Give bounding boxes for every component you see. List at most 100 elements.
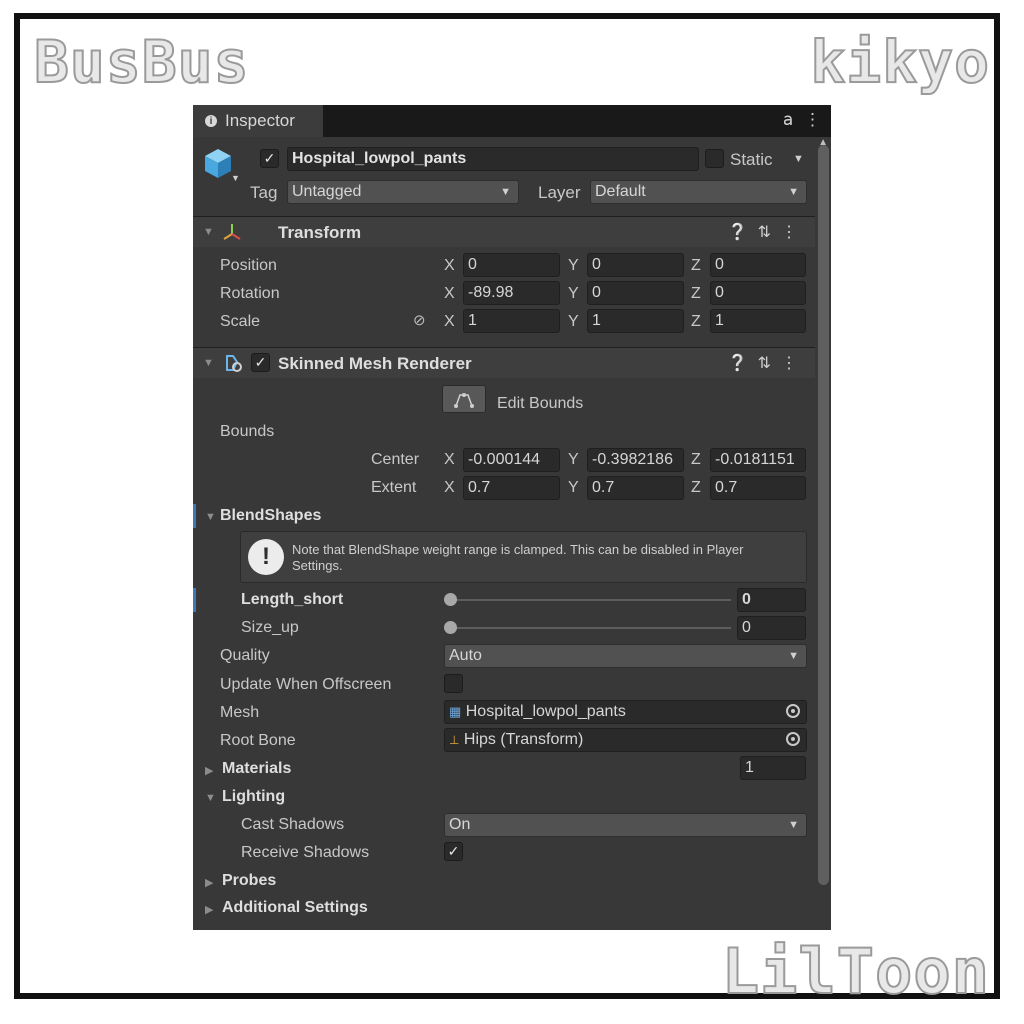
edit-bounds-button[interactable] [442,385,486,413]
receive-shadows-label: Receive Shadows [241,844,370,861]
root-bone-field[interactable]: ⊥ Hips (Transform) [444,728,807,752]
axis-x-label: X [444,451,455,468]
cube-icon [205,149,231,178]
help-box: ! Note that BlendShape weight range is c… [240,531,807,583]
center-label: Center [371,451,420,468]
position-x-field[interactable]: 0 [463,253,560,277]
scale-label: Scale [220,313,261,330]
component-menu-icon[interactable]: ⋮ [781,224,807,241]
axis-y-label: Y [568,257,579,274]
materials-count-field[interactable]: 1 [740,756,806,780]
chevron-down-icon: ▼ [788,819,799,831]
quality-dropdown[interactable]: Auto ▼ [444,644,807,668]
help-icon[interactable]: ❔ [728,224,758,241]
rotation-x-field[interactable]: -89.98 [463,281,560,305]
additional-settings-label[interactable]: Additional Settings [222,899,368,917]
transform-title: Transform [278,223,362,242]
materials-label[interactable]: Materials [222,760,291,778]
edit-bounds-label: Edit Bounds [497,395,584,412]
mesh-field[interactable]: ▦ Hospital_lowpol_pants [444,700,807,724]
object-active-checkbox[interactable]: ✓ [260,149,279,168]
object-picker-icon[interactable] [786,704,800,718]
probes-label[interactable]: Probes [222,872,276,890]
center-y-field[interactable]: -0.3982186 [587,448,684,472]
blendshape-note: Note that BlendShape weight range is cla… [292,542,744,573]
scale-x-field[interactable]: 1 [463,309,560,333]
constrain-proportions-icon[interactable]: ⊘ [413,311,426,329]
blendshapes-label[interactable]: BlendShapes [220,507,321,525]
foldout-arrow-icon[interactable]: ▼ [203,357,214,369]
static-dropdown-arrow-icon[interactable]: ▼ [793,153,804,165]
skinned-mesh-renderer-header[interactable]: ▼ ✓ Skinned Mesh Renderer ❔⇅⋮ [193,347,815,378]
rotation-y-field[interactable]: 0 [587,281,684,305]
axis-z-label: Z [691,257,701,274]
axis-x-label: X [444,285,455,302]
slider-knob[interactable] [444,621,457,634]
position-y-field[interactable]: 0 [587,253,684,277]
kebab-menu-icon[interactable]: ⋮ [804,110,821,129]
rotation-z-field[interactable]: 0 [710,281,806,305]
scale-y-field[interactable]: 1 [587,309,684,333]
watermark-top-right: kikyo [809,27,990,97]
blendshape-slider[interactable] [450,599,731,601]
transform-header[interactable]: ▼ Transform ❔⇅⋮ [193,216,815,247]
slider-knob[interactable] [444,593,457,606]
transform-axes-icon: ⊥ [449,733,460,747]
tab-bar: i Inspector 𝖺 ⋮ [193,105,831,137]
chevron-down-icon: ▼ [500,186,511,198]
tag-label: Tag [250,183,278,202]
presets-icon[interactable]: ⇅ [758,355,781,372]
extent-z-field[interactable]: 0.7 [710,476,806,500]
chevron-down-icon: ▼ [788,650,799,662]
cast-shadows-value: On [449,816,471,833]
warning-icon: ! [248,539,284,575]
help-icon[interactable]: ❔ [728,355,758,372]
blendshape-value-field[interactable]: 0 [737,588,806,612]
layer-label: Layer [538,183,581,202]
tag-dropdown[interactable]: Untagged ▼ [287,180,519,204]
presets-icon[interactable]: ⇅ [758,224,781,241]
position-z-field[interactable]: 0 [710,253,806,277]
watermark-bottom-right: LilToon [721,934,990,1009]
layer-dropdown[interactable]: Default ▼ [590,180,807,204]
layer-value: Default [595,183,646,200]
center-x-field[interactable]: -0.000144 [463,448,560,472]
selection-marker [193,588,196,612]
icon-dropdown-arrow-icon[interactable]: ▼ [231,173,240,183]
tab-inspector[interactable]: i Inspector [193,105,323,137]
vertical-scrollbar[interactable] [818,145,829,885]
object-name-field[interactable]: Hospital_lowpol_pants [287,147,699,171]
lock-icon[interactable]: 𝖺 [783,110,793,129]
blendshape-slider[interactable] [450,627,731,629]
axis-y-label: Y [568,313,579,330]
extent-x-field[interactable]: 0.7 [463,476,560,500]
lighting-label[interactable]: Lighting [222,788,285,806]
mesh-label: Mesh [220,704,260,721]
object-picker-icon[interactable] [786,732,800,746]
foldout-arrow-right-icon[interactable]: ▶ [205,903,213,916]
blendshape-value-field[interactable]: 0 [737,616,806,640]
info-icon: i [205,115,217,127]
static-checkbox[interactable] [705,149,724,168]
tab-inspector-label: Inspector [225,111,295,130]
update-offscreen-label: Update When Offscreen [220,676,392,693]
component-menu-icon[interactable]: ⋮ [781,355,807,372]
mesh-value: Hospital_lowpol_pants [465,703,626,720]
component-header-icons: ❔⇅⋮ [728,353,807,373]
component-header-icons: ❔⇅⋮ [728,222,807,242]
center-z-field[interactable]: -0.0181151 [710,448,806,472]
quality-value: Auto [449,647,482,664]
foldout-arrow-icon[interactable]: ▼ [203,226,214,238]
foldout-arrow-icon[interactable]: ▼ [205,511,216,523]
chevron-down-icon: ▼ [788,186,799,198]
scale-z-field[interactable]: 1 [710,309,806,333]
update-offscreen-checkbox[interactable] [444,674,463,693]
foldout-arrow-icon[interactable]: ▼ [205,792,216,804]
foldout-arrow-right-icon[interactable]: ▶ [205,876,213,889]
extent-y-field[interactable]: 0.7 [587,476,684,500]
cast-shadows-dropdown[interactable]: On ▼ [444,813,807,837]
bounds-label: Bounds [220,423,275,440]
foldout-arrow-right-icon[interactable]: ▶ [205,764,213,777]
receive-shadows-checkbox[interactable]: ✓ [444,842,463,861]
renderer-enabled-checkbox[interactable]: ✓ [251,353,270,372]
